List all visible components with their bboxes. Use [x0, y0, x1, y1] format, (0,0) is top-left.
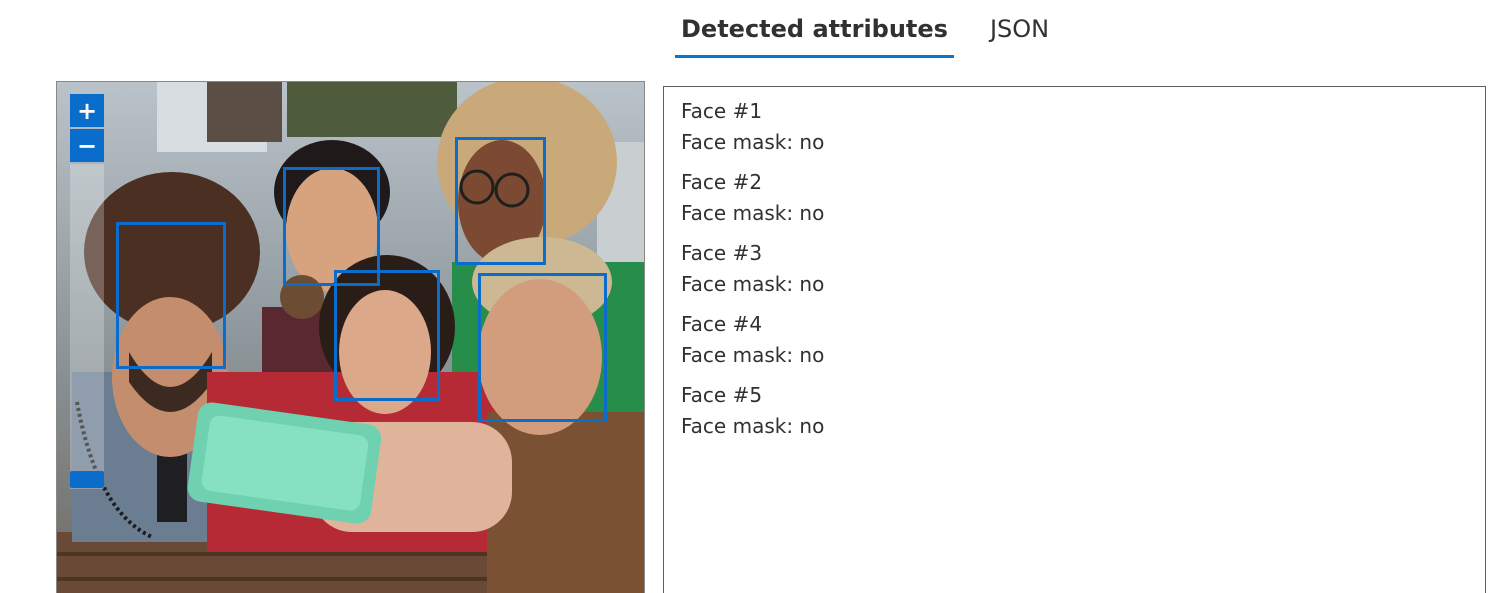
result-tabs: Detected attributes JSON — [675, 0, 1055, 60]
face-entry-2: Face #2 Face mask: no — [681, 167, 1485, 229]
face-box-5 — [478, 273, 607, 422]
detected-attributes-panel[interactable]: Face #1 Face mask: no Face #2 Face mask:… — [663, 86, 1486, 593]
face-entry-1: Face #1 Face mask: no — [681, 96, 1485, 158]
face-title: Face #2 — [681, 170, 763, 194]
face-title: Face #1 — [681, 99, 763, 123]
tab-json[interactable]: JSON — [984, 0, 1055, 58]
face-mask-value: Face mask: no — [681, 201, 825, 225]
face-box-4 — [334, 270, 440, 401]
zoom-in-button[interactable]: + — [70, 94, 104, 127]
face-title: Face #5 — [681, 383, 763, 407]
face-box-2 — [283, 167, 380, 286]
zoom-slider-handle[interactable] — [70, 471, 104, 488]
face-title: Face #3 — [681, 241, 763, 265]
face-entry-4: Face #4 Face mask: no — [681, 309, 1485, 371]
face-entry-5: Face #5 Face mask: no — [681, 380, 1485, 442]
face-box-3 — [455, 137, 546, 265]
face-mask-value: Face mask: no — [681, 343, 825, 367]
face-mask-value: Face mask: no — [681, 414, 825, 438]
tab-detected-attributes[interactable]: Detected attributes — [675, 0, 954, 58]
image-viewer[interactable]: + − — [56, 81, 645, 593]
face-detection-page: Detected attributes JSON + − Face #1 Fac… — [0, 0, 1502, 593]
face-mask-value: Face mask: no — [681, 130, 825, 154]
face-box-1 — [116, 222, 226, 369]
face-mask-value: Face mask: no — [681, 272, 825, 296]
face-title: Face #4 — [681, 312, 763, 336]
face-entry-3: Face #3 Face mask: no — [681, 238, 1485, 300]
zoom-slider-track[interactable] — [70, 164, 104, 489]
zoom-out-button[interactable]: − — [70, 129, 104, 162]
